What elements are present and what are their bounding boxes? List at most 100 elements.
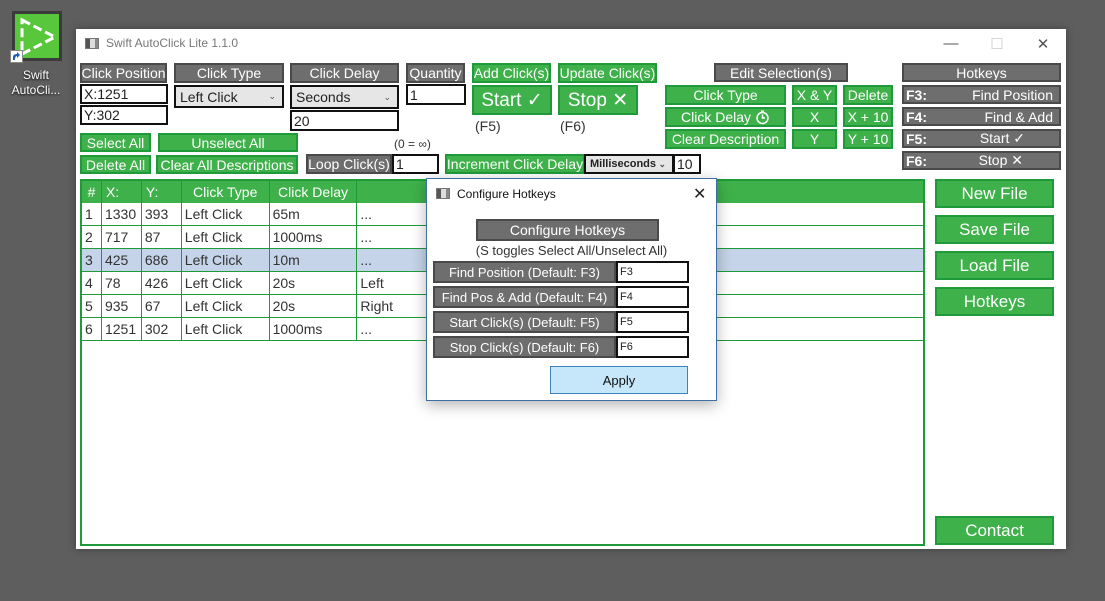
- x-plus-10-button[interactable]: X + 10: [843, 107, 893, 127]
- minimize-button[interactable]: —: [928, 29, 974, 58]
- chevron-down-icon: ⌄: [383, 91, 391, 102]
- row-x: 78: [102, 272, 142, 294]
- edit-click-type-button[interactable]: Click Type: [665, 85, 786, 105]
- chevron-down-icon: ⌄: [268, 91, 276, 101]
- add-clicks-button[interactable]: Add Click(s): [472, 63, 551, 83]
- row-x: 1251: [102, 318, 142, 340]
- row-number: 1: [82, 203, 102, 225]
- hotkeys-button[interactable]: Hotkeys: [935, 287, 1054, 316]
- contact-button[interactable]: Contact: [935, 516, 1054, 545]
- hotkeys-header: Hotkeys: [902, 63, 1061, 82]
- row-x: 717: [102, 226, 142, 248]
- shortcut-arrow-icon: [10, 50, 23, 63]
- x-position-field[interactable]: X:1251: [80, 84, 168, 104]
- click-type-value: Left Click: [180, 88, 238, 105]
- row-y: 87: [142, 226, 182, 248]
- row-click-type: Left Click: [182, 226, 270, 248]
- close-icon: ✕: [1036, 35, 1050, 53]
- new-file-button[interactable]: New File: [935, 179, 1054, 208]
- quantity-header: Quantity: [406, 63, 465, 83]
- clear-all-descriptions-button[interactable]: Clear All Descriptions: [156, 155, 298, 174]
- click-delay-unit-select[interactable]: Seconds ⌄: [290, 85, 399, 109]
- row-click-type: Left Click: [182, 295, 270, 317]
- increment-click-delay-button[interactable]: Increment Click Delay: [445, 154, 585, 174]
- clear-description-button[interactable]: Clear Description: [665, 129, 786, 149]
- row-number: 6: [82, 318, 102, 340]
- app-icon: [85, 38, 99, 49]
- increment-value-field[interactable]: 10: [673, 154, 701, 174]
- select-all-button[interactable]: Select All: [80, 133, 151, 152]
- save-file-button[interactable]: Save File: [935, 215, 1054, 244]
- hotkey-key: F4:: [906, 108, 927, 125]
- desktop-icon-label: Swift AutoCli...: [11, 68, 61, 97]
- edit-click-delay-button[interactable]: Click Delay: [665, 107, 786, 127]
- quantity-field[interactable]: 1: [406, 84, 466, 105]
- delete-selection-button[interactable]: Delete: [843, 85, 893, 105]
- row-x: 1330: [102, 203, 142, 225]
- dialog-header: Configure Hotkeys: [476, 219, 659, 241]
- hotkey-key: F3:: [906, 86, 927, 103]
- row-y: 426: [142, 272, 182, 294]
- click-position-header: Click Position: [80, 63, 167, 83]
- window-title: Swift AutoClick Lite 1.1.0: [106, 36, 239, 50]
- row-y: 67: [142, 295, 182, 317]
- close-icon: ✕: [693, 186, 707, 203]
- timer-icon: [755, 109, 770, 125]
- hotkey-action: Stop ✕: [978, 152, 1023, 168]
- edit-x-and-y-button[interactable]: X & Y: [792, 85, 837, 105]
- column-header-click-type: Click Type: [182, 181, 270, 203]
- start-clicks-hotkey-field[interactable]: F5: [616, 311, 689, 333]
- y-plus-10-button[interactable]: Y + 10: [843, 129, 893, 149]
- dialog-title: Configure Hotkeys: [457, 187, 556, 201]
- edit-x-button[interactable]: X: [792, 107, 837, 127]
- edit-selection-header: Edit Selection(s): [714, 63, 848, 82]
- title-bar: Swift AutoClick Lite 1.1.0 — ☐ ✕: [76, 29, 1066, 58]
- row-click-delay: 10m: [270, 249, 358, 271]
- hotkey-stop: F6: Stop ✕: [902, 151, 1061, 170]
- edit-click-delay-label: Click Delay: [680, 109, 751, 125]
- stop-hotkey-hint: (F6): [560, 118, 586, 134]
- update-clicks-button[interactable]: Update Click(s): [558, 63, 657, 83]
- click-delay-unit-value: Seconds: [296, 89, 351, 105]
- unselect-all-button[interactable]: Unselect All: [158, 133, 298, 152]
- apply-button[interactable]: Apply: [550, 366, 688, 394]
- row-y: 302: [142, 318, 182, 340]
- row-click-type: Left Click: [182, 318, 270, 340]
- row-number: 5: [82, 295, 102, 317]
- close-button[interactable]: ✕: [1020, 29, 1066, 58]
- dialog-subtitle: (S toggles Select All/Unselect All): [475, 243, 668, 258]
- start-button[interactable]: Start ✓: [472, 85, 552, 115]
- row-click-delay: 1000ms: [270, 318, 358, 340]
- hotkey-start: F5: Start ✓: [902, 129, 1061, 148]
- loop-clicks-label: Loop Click(s): [306, 154, 392, 174]
- desktop-shortcut[interactable]: Swift AutoCli...: [6, 8, 62, 97]
- row-click-delay: 20s: [270, 272, 358, 294]
- column-header-x: X:: [102, 181, 142, 203]
- find-pos-add-hotkey-field[interactable]: F4: [616, 286, 689, 308]
- increment-unit-select[interactable]: Milliseconds ⌄: [584, 154, 674, 174]
- hotkey-find-position: F3: Find Position: [902, 85, 1061, 104]
- row-y: 393: [142, 203, 182, 225]
- click-delay-field[interactable]: 20: [290, 110, 399, 131]
- stop-button[interactable]: Stop ✕: [558, 85, 638, 115]
- hotkey-action: Find & Add: [984, 108, 1054, 125]
- edit-y-button[interactable]: Y: [792, 129, 837, 149]
- find-position-hotkey-field[interactable]: F3: [616, 261, 689, 283]
- y-position-field[interactable]: Y:302: [80, 105, 168, 125]
- increment-unit-value: Milliseconds: [590, 158, 657, 170]
- dialog-app-icon: [436, 188, 450, 199]
- maximize-button[interactable]: ☐: [974, 29, 1020, 58]
- loop-clicks-field[interactable]: 1: [392, 154, 439, 174]
- column-header-number: #: [82, 181, 102, 203]
- row-x: 935: [102, 295, 142, 317]
- minimize-icon: —: [943, 35, 959, 52]
- row-number: 3: [82, 249, 102, 271]
- stop-clicks-hotkey-field[interactable]: F6: [616, 336, 689, 358]
- click-delay-header: Click Delay: [290, 63, 399, 83]
- delete-all-button[interactable]: Delete All: [80, 155, 151, 174]
- start-clicks-label: Start Click(s) (Default: F5): [433, 311, 616, 333]
- dialog-close-button[interactable]: ✕: [693, 184, 706, 204]
- load-file-button[interactable]: Load File: [935, 251, 1054, 280]
- row-click-type: Left Click: [182, 272, 270, 294]
- click-type-select[interactable]: Left Click ⌄: [174, 85, 284, 108]
